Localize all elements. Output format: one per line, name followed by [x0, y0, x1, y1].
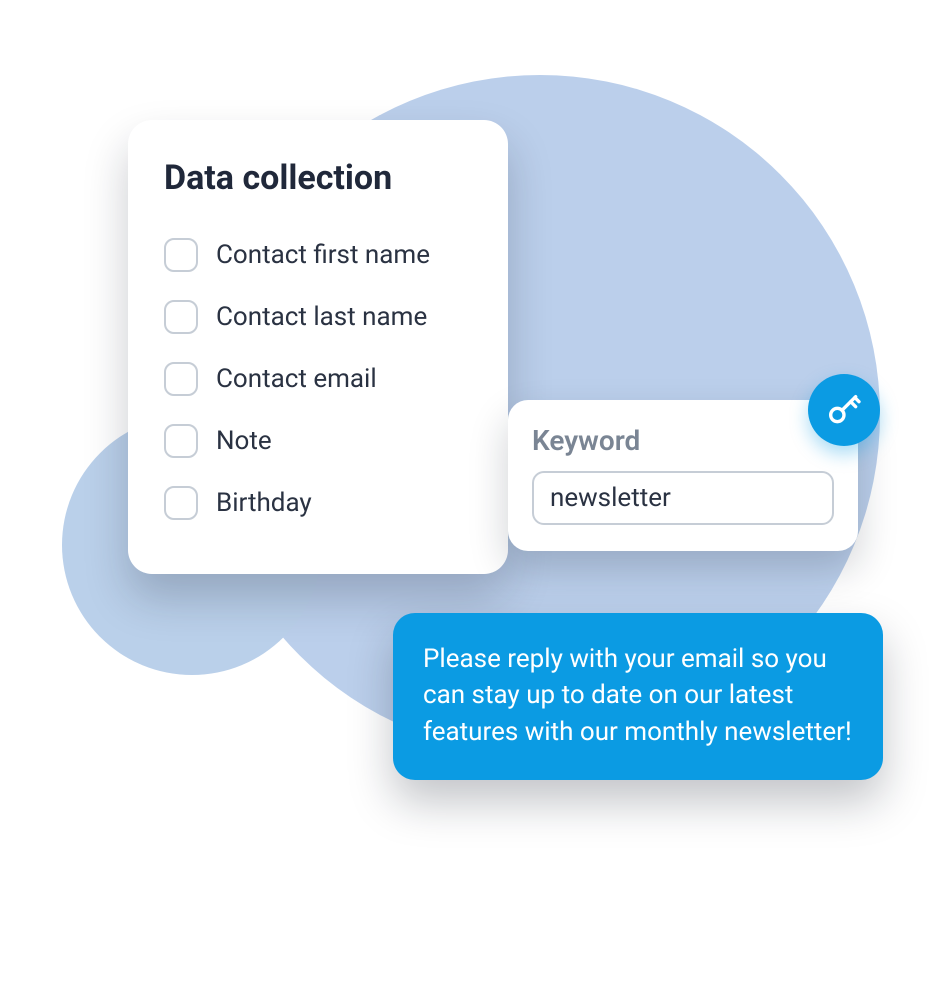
checkbox-icon[interactable]	[164, 300, 198, 334]
key-badge	[808, 374, 880, 446]
message-bubble: Please reply with your email so you can …	[393, 613, 883, 780]
keyword-title: Keyword	[532, 424, 834, 457]
data-collection-title: Data collection	[164, 158, 472, 198]
checkbox-label: Contact email	[216, 364, 377, 394]
checkbox-label: Birthday	[216, 488, 312, 518]
checkbox-icon[interactable]	[164, 362, 198, 396]
checkbox-row-contact-last-name[interactable]: Contact last name	[164, 286, 472, 348]
checkbox-label: Note	[216, 426, 272, 456]
checkbox-icon[interactable]	[164, 424, 198, 458]
key-icon	[824, 390, 864, 430]
checkbox-row-birthday[interactable]: Birthday	[164, 472, 472, 534]
keyword-input[interactable]	[532, 471, 834, 525]
checkbox-row-contact-email[interactable]: Contact email	[164, 348, 472, 410]
checkbox-label: Contact last name	[216, 302, 427, 332]
message-text: Please reply with your email so you can …	[423, 644, 852, 747]
keyword-card: Keyword	[508, 400, 858, 551]
checkbox-row-contact-first-name[interactable]: Contact first name	[164, 224, 472, 286]
checkbox-icon[interactable]	[164, 486, 198, 520]
data-collection-card: Data collection Contact first name Conta…	[128, 120, 508, 574]
checkbox-icon[interactable]	[164, 238, 198, 272]
checkbox-label: Contact first name	[216, 240, 430, 270]
checkbox-row-note[interactable]: Note	[164, 410, 472, 472]
